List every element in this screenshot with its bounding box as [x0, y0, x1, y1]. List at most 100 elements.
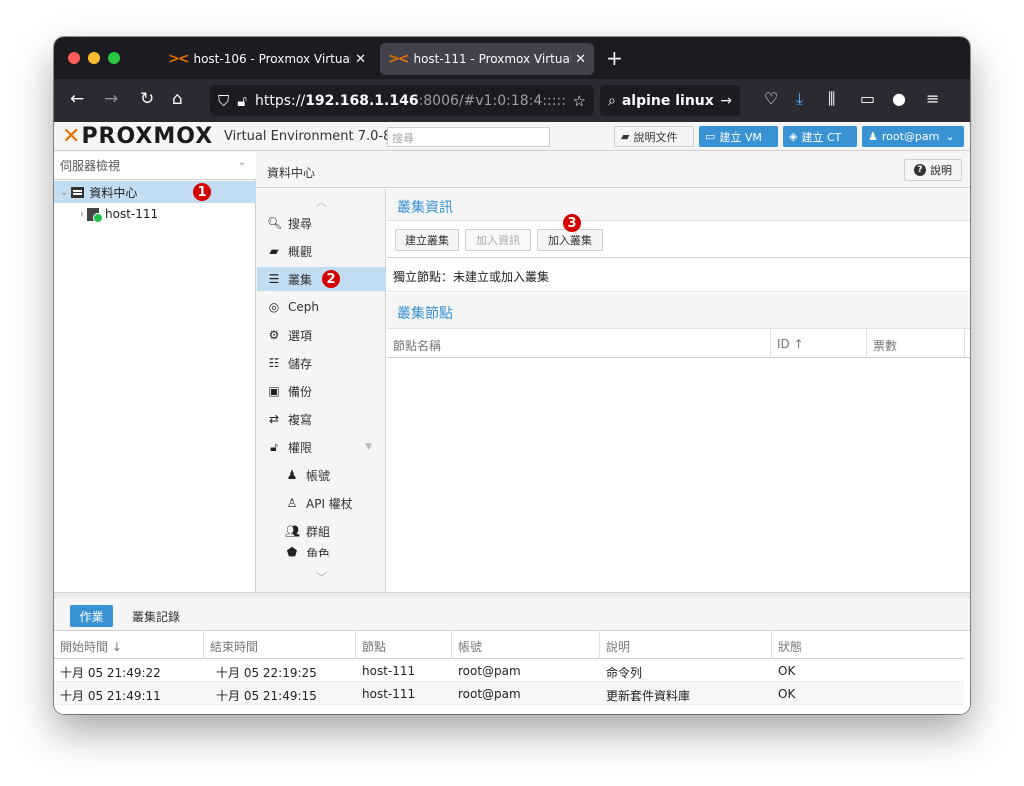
insecure-lock-icon[interactable]: 🔓︎ — [237, 92, 247, 110]
table-row[interactable]: 十月 05 21:49:11 十月 05 21:49:15 host-111 r… — [54, 682, 964, 705]
tree-item-host-111[interactable]: › host-111 — [54, 203, 256, 225]
hamburger-menu-icon[interactable]: ≡ — [926, 89, 939, 108]
column-start-time[interactable]: 開始時間 ↓ — [54, 631, 204, 659]
create-ct-button[interactable]: ◈ 建立 CT — [783, 126, 857, 147]
annotation-badge-3: 3 — [563, 214, 581, 232]
cluster-toolbar: 建立叢集 加入資訊 加入叢集 3 — [387, 214, 970, 258]
forward-icon[interactable]: → — [104, 89, 118, 109]
column-end-time[interactable]: 結束時間 — [204, 631, 356, 659]
pocket-icon[interactable]: ♡ — [764, 89, 778, 108]
menu-item-backup[interactable]: ▣ 備份 — [257, 379, 386, 403]
minimize-window-button[interactable] — [88, 52, 100, 64]
profile-icon[interactable]: ● — [892, 89, 906, 108]
tab-close-icon[interactable]: ✕ — [355, 52, 366, 67]
unlock-icon: 🔓︎ — [270, 439, 278, 454]
cluster-content: 叢集資訊 建立叢集 加入資訊 加入叢集 3 獨立節點：未建立或加入叢集 叢集節點… — [387, 189, 970, 592]
menu-item-summary[interactable]: ▰ 概觀 — [257, 239, 386, 263]
menu-item-groups[interactable]: 👥︎ 群組 — [257, 519, 386, 543]
documentation-button[interactable]: ▰ 說明文件 — [614, 126, 694, 147]
question-icon: ? — [914, 164, 926, 176]
bookmark-star-icon[interactable]: ☆ — [573, 92, 586, 110]
version-label: Virtual Environment 7.0-8 — [224, 129, 392, 144]
browser-window: >< host-106 - Proxmox Virtual Envi ✕ >< … — [54, 37, 970, 714]
gear-icon: ⚙ — [268, 328, 280, 342]
search-input[interactable]: 搜尋 — [387, 127, 550, 147]
column-node-name[interactable]: 節點名稱 — [387, 329, 771, 358]
browser-tab-host-106[interactable]: >< host-106 - Proxmox Virtual Envi ✕ — [160, 43, 374, 75]
search-bar[interactable]: ⌕ alpine linux → — [600, 85, 740, 116]
chevron-down-icon: ⌄ — [237, 157, 246, 168]
chevron-down-icon: ⌄ — [945, 130, 955, 143]
help-button[interactable]: ? 說明 — [904, 159, 962, 181]
scroll-up-icon[interactable]: ︿ — [257, 193, 386, 210]
tasks-table-header: 開始時間 ↓ 結束時間 節點 帳號 說明 狀態 — [54, 631, 964, 659]
sidebar-toggle-icon[interactable]: ▭ — [860, 89, 875, 108]
new-tab-icon[interactable]: + — [606, 46, 623, 70]
server-icon: ☰ — [268, 272, 280, 286]
column-node[interactable]: 節點 — [356, 631, 452, 659]
menu-item-replication[interactable]: ⇄ 複寫 — [257, 407, 386, 431]
datacenter-icon — [71, 186, 85, 198]
url-bar[interactable]: ⛉ 🔓︎ https://192.168.1.146:8006/#v1:0:18… — [210, 85, 594, 116]
menu-item-permissions[interactable]: 🔓︎ 權限 ▼ — [257, 435, 386, 459]
main-panel: 資料中心 ? 說明 ︿ 🔍︎ 搜尋 ▰ 概觀 ☰ 叢集 2 ◎ Ceph ⚙ 選項 ☷ 儲存 ▣… — [257, 152, 970, 592]
key-user-icon: ♙ — [286, 496, 298, 510]
collapse-arrow-icon[interactable]: ⌄ — [60, 187, 68, 198]
view-selector[interactable]: 伺服器檢視 ⌄ — [54, 152, 256, 180]
search-go-icon[interactable]: → — [720, 93, 732, 109]
join-cluster-button[interactable]: 加入叢集 — [537, 229, 603, 251]
retweet-icon: ⇄ — [268, 412, 280, 426]
collapse-arrow-icon[interactable]: ▼ — [365, 442, 372, 452]
tab-tasks[interactable]: 作業 — [70, 605, 113, 627]
annotation-badge-1: 1 — [193, 183, 211, 201]
database-icon: ☷ — [268, 356, 280, 370]
join-information-button[interactable]: 加入資訊 — [465, 229, 531, 251]
cluster-nodes-header: 節點名稱 ID ↑ 票數 — [387, 329, 970, 358]
menu-item-api-tokens[interactable]: ♙ API 權杖 — [257, 491, 386, 515]
menu-item-users[interactable]: ♟ 帳號 — [257, 463, 386, 487]
column-id[interactable]: ID ↑ — [771, 329, 867, 358]
reload-icon[interactable]: ↻ — [140, 89, 154, 109]
tree-item-datacenter[interactable]: ⌄ 資料中心 — [54, 181, 256, 203]
tab-cluster-log[interactable]: 叢集記錄 — [126, 605, 186, 627]
browser-tab-bar: >< host-106 - Proxmox Virtual Envi ✕ >< … — [54, 37, 970, 79]
column-votes[interactable]: 票數 — [867, 329, 965, 358]
proxmox-favicon-icon: >< — [168, 51, 190, 67]
log-panel: 作業 叢集記錄 開始時間 ↓ 結束時間 節點 帳號 說明 狀態 十月 05 21… — [54, 598, 970, 714]
book-icon: ▰ — [269, 244, 279, 258]
home-icon[interactable]: ⌂ — [172, 89, 183, 109]
scroll-down-icon[interactable]: ﹀ — [257, 569, 386, 586]
menu-item-roles[interactable]: ⬟ 角色 — [257, 545, 386, 557]
resource-tree: 伺服器檢視 ⌄ ⌄ 資料中心 1 › host-111 — [54, 152, 256, 592]
annotation-badge-2: 2 — [322, 270, 341, 288]
back-icon[interactable]: ← — [70, 89, 84, 109]
breadcrumb: 資料中心 ? 說明 — [257, 152, 970, 188]
column-description[interactable]: 說明 — [600, 631, 772, 659]
create-vm-button[interactable]: ▭ 建立 VM — [699, 126, 778, 147]
host-online-icon — [87, 207, 103, 223]
create-cluster-button[interactable]: 建立叢集 — [395, 229, 459, 251]
menu-item-storage[interactable]: ☷ 儲存 — [257, 351, 386, 375]
menu-item-cluster[interactable]: ☰ 叢集 2 — [257, 267, 386, 291]
close-window-button[interactable] — [68, 52, 80, 64]
table-row[interactable]: 十月 05 21:49:22 十月 05 22:19:25 host-111 r… — [54, 659, 964, 682]
proxmox-favicon-icon: >< — [388, 51, 410, 67]
library-icon[interactable]: ⫼ — [828, 89, 835, 109]
cluster-info-title: 叢集資訊 — [387, 189, 970, 221]
user-icon: ♟ — [868, 130, 878, 143]
menu-item-options[interactable]: ⚙ 選項 — [257, 323, 386, 347]
menu-item-search[interactable]: 🔍︎ 搜尋 — [257, 211, 386, 235]
tab-close-icon[interactable]: ✕ — [575, 52, 586, 67]
zoom-window-button[interactable] — [108, 52, 120, 64]
tab-title: host-111 - Proxmox Virtual Envir — [413, 52, 572, 66]
user-menu-button[interactable]: ♟ root@pam ⌄ — [862, 126, 964, 147]
menu-item-ceph[interactable]: ◎ Ceph — [257, 295, 386, 319]
pve-header: ✕PROXMOX Virtual Environment 7.0-8 搜尋 ▰ 說… — [54, 122, 970, 151]
download-icon[interactable]: ⤓ — [796, 89, 803, 109]
browser-tab-host-111[interactable]: >< host-111 - Proxmox Virtual Envir ✕ — [380, 43, 594, 75]
tag-icon: ⬟ — [286, 545, 298, 557]
expand-arrow-icon[interactable]: › — [80, 209, 84, 220]
shield-icon[interactable]: ⛉ — [218, 92, 229, 110]
column-status[interactable]: 狀態 — [772, 631, 964, 659]
column-user[interactable]: 帳號 — [452, 631, 600, 659]
